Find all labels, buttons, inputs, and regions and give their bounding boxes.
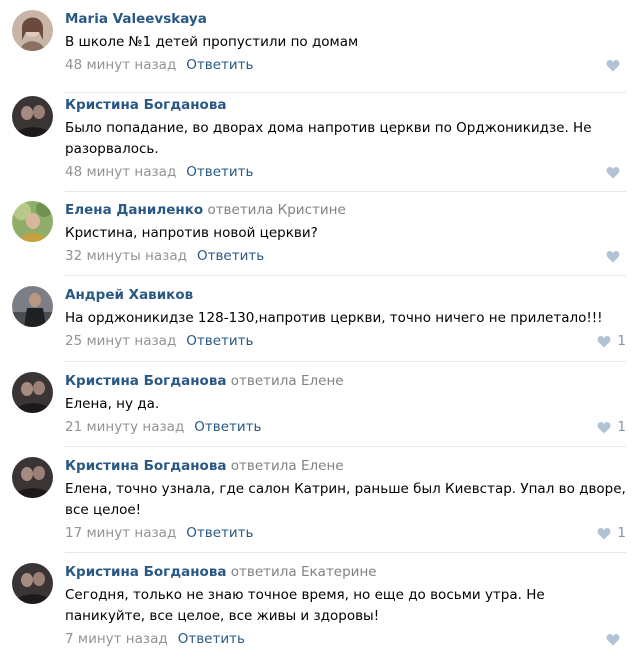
- divider: [65, 552, 626, 553]
- comment-body: Елена Даниленко ответила Кристине Кристи…: [65, 201, 626, 266]
- reply-button[interactable]: Ответить: [178, 631, 245, 647]
- reply-to-label[interactable]: ответила Елене: [231, 373, 344, 389]
- like-button[interactable]: [606, 162, 626, 182]
- comment-author[interactable]: Кристина Богданова: [65, 564, 226, 580]
- divider: [65, 191, 626, 192]
- comment-text: Сегодня, только не знаю точное время, но…: [65, 587, 545, 624]
- comment-author[interactable]: Андрей Хавиков: [65, 287, 193, 303]
- like-count: 1: [617, 333, 626, 349]
- like-count: 1: [617, 525, 626, 541]
- comment-author[interactable]: Кристина Богданова: [65, 373, 226, 389]
- reply-button[interactable]: Ответить: [186, 333, 253, 349]
- comment-time[interactable]: 48 минут назад: [65, 57, 176, 73]
- comment-author[interactable]: Кристина Богданова: [65, 97, 226, 113]
- comment-text: Елена, ну да.: [65, 396, 160, 412]
- comment-time[interactable]: 32 минуты назад: [65, 248, 187, 264]
- avatar[interactable]: [12, 286, 53, 327]
- reply-button[interactable]: Ответить: [186, 525, 253, 541]
- comment-text: Елена, точно узнала, где салон Катрин, р…: [65, 481, 626, 518]
- avatar[interactable]: [12, 457, 53, 498]
- heart-icon: [606, 633, 620, 645]
- reply-button[interactable]: Ответить: [186, 57, 253, 73]
- comment-time[interactable]: 7 минут назад: [65, 631, 168, 647]
- like-count: 1: [617, 419, 626, 435]
- like-button[interactable]: [606, 55, 626, 75]
- comment-time[interactable]: 25 минут назад: [65, 333, 176, 349]
- divider: [65, 446, 626, 447]
- comment-text: В школе №1 детей пропустили по домам: [65, 34, 359, 50]
- heart-icon: [606, 250, 620, 262]
- avatar[interactable]: [12, 563, 53, 604]
- like-button[interactable]: [606, 629, 626, 649]
- reply-button[interactable]: Ответить: [194, 419, 261, 435]
- comment-text: На орджоникидзе 128-130,напротив церкви,…: [65, 310, 603, 326]
- comment-body: Кристина Богданова ответила Екатерине Се…: [65, 563, 626, 649]
- like-button[interactable]: [606, 246, 626, 266]
- comment-text: Кристина, напротив новой церкви?: [65, 225, 318, 241]
- divider: [65, 275, 626, 276]
- comment-time[interactable]: 48 минут назад: [65, 164, 176, 180]
- heart-icon: [606, 59, 620, 71]
- heart-icon: [597, 527, 611, 539]
- comment-author[interactable]: Елена Даниленко: [65, 202, 203, 218]
- comment-body: Кристина Богданова Было попадание, во дв…: [65, 96, 626, 182]
- avatar[interactable]: [12, 10, 53, 51]
- divider: [65, 361, 626, 362]
- like-button[interactable]: 1: [597, 331, 626, 351]
- heart-icon: [597, 335, 611, 347]
- reply-to-label[interactable]: ответила Екатерине: [231, 564, 377, 580]
- divider: [65, 92, 626, 93]
- avatar[interactable]: [12, 201, 53, 242]
- comment-body: Maria Valeevskaya В школе №1 детей пропу…: [65, 10, 626, 75]
- reply-button[interactable]: Ответить: [197, 248, 264, 264]
- comment-author[interactable]: Maria Valeevskaya: [65, 11, 207, 27]
- comment-body: Андрей Хавиков На орджоникидзе 128-130,н…: [65, 286, 626, 351]
- comment-time[interactable]: 21 минуту назад: [65, 419, 184, 435]
- avatar[interactable]: [12, 372, 53, 413]
- reply-button[interactable]: Ответить: [186, 164, 253, 180]
- comment-time[interactable]: 17 минут назад: [65, 525, 176, 541]
- reply-to-label[interactable]: ответила Елене: [231, 458, 344, 474]
- reply-to-label[interactable]: ответила Кристине: [207, 202, 345, 218]
- like-button[interactable]: 1: [597, 523, 626, 543]
- comment-body: Кристина Богданова ответила Елене Елена,…: [65, 457, 626, 543]
- comment-body: Кристина Богданова ответила Елене Елена,…: [65, 372, 626, 437]
- heart-icon: [597, 421, 611, 433]
- heart-icon: [606, 166, 620, 178]
- comment-text: Было попадание, во дворах дома напротив …: [65, 120, 592, 157]
- avatar[interactable]: [12, 96, 53, 137]
- comment-author[interactable]: Кристина Богданова: [65, 458, 226, 474]
- like-button[interactable]: 1: [597, 417, 626, 437]
